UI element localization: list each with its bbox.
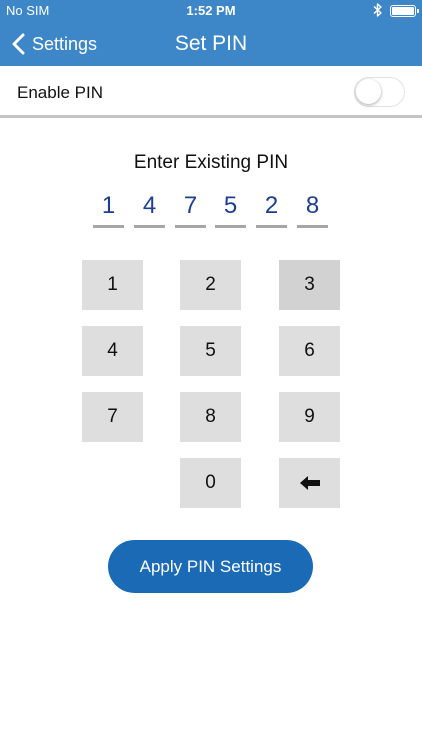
apply-pin-settings-button[interactable]: Apply PIN Settings (108, 540, 313, 593)
pin-digit-4: 5 (215, 190, 246, 228)
keypad-key-0[interactable]: 0 (180, 458, 241, 508)
status-bar: No SIM 1:52 PM (0, 0, 422, 22)
enable-pin-toggle[interactable] (354, 77, 405, 107)
keypad-key-2[interactable]: 2 (180, 260, 241, 310)
pin-digit-6: 8 (297, 190, 328, 228)
keypad-key-1[interactable]: 1 (82, 260, 143, 310)
keypad-key-5[interactable]: 5 (180, 326, 241, 376)
pin-digit-1: 1 (93, 190, 124, 228)
battery-icon (390, 5, 419, 17)
keypad-key-6[interactable]: 6 (279, 326, 340, 376)
keypad-key-3[interactable]: 3 (279, 260, 340, 310)
toggle-knob (356, 79, 381, 104)
page-title: Set PIN (174, 32, 248, 55)
backspace-arrow-icon (299, 476, 320, 490)
backspace-button[interactable] (279, 458, 340, 508)
enable-pin-row: Enable PIN (0, 66, 422, 118)
pin-digit-3: 7 (175, 190, 206, 228)
keypad-key-4[interactable]: 4 (82, 326, 143, 376)
pin-prompt: Enter Existing PIN (133, 152, 289, 173)
pin-digit-2: 4 (134, 190, 165, 228)
navigation-bar: Settings Set PIN (0, 22, 422, 66)
pin-digit-5: 2 (256, 190, 287, 228)
enable-pin-label: Enable PIN (17, 83, 103, 102)
status-time: 1:52 PM (186, 3, 236, 18)
keypad-key-7[interactable]: 7 (82, 392, 143, 442)
bluetooth-icon (373, 3, 382, 17)
keypad-key-8[interactable]: 8 (180, 392, 241, 442)
keypad-key-9[interactable]: 9 (279, 392, 340, 442)
